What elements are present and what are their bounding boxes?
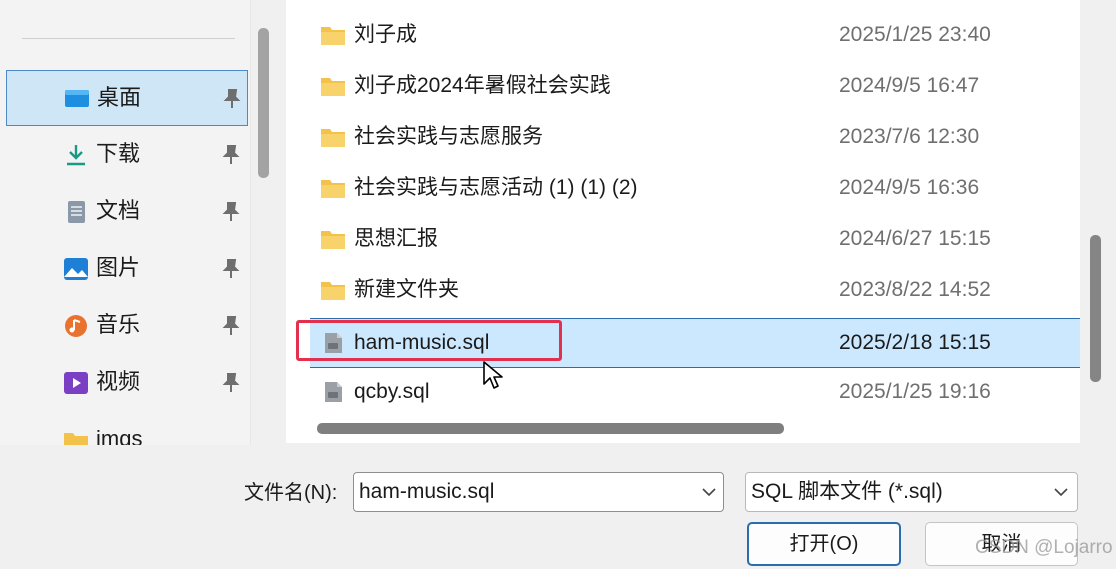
file-row[interactable]: 刘子成 2025/1/25 23:40 [286, 11, 1080, 61]
sidebar-item-music[interactable]: 音乐 [6, 298, 248, 354]
pin-icon[interactable] [223, 88, 241, 110]
download-icon [67, 145, 85, 166]
file-date: 2025/1/25 23:40 [839, 23, 991, 46]
mouse-cursor-icon [483, 361, 503, 389]
sidebar-item-label: 视频 [96, 369, 141, 394]
file-name: 刘子成2024年暑假社会实践 [354, 74, 611, 97]
folder-icon [321, 282, 345, 300]
sidebar-item-label: 下载 [96, 141, 141, 166]
file-date: 2025/1/25 19:16 [839, 380, 991, 403]
open-button[interactable]: 打开(O) [747, 522, 901, 566]
sidebar-divider [22, 38, 235, 39]
sidebar-item-downloads[interactable]: 下载 [6, 127, 248, 183]
sidebar-scrollbar[interactable] [258, 28, 269, 178]
folder-icon [321, 129, 345, 147]
music-icon [65, 315, 87, 337]
file-name: 思想汇报 [354, 227, 438, 250]
filetype-value: SQL 脚本文件 (*.sql) [751, 480, 943, 503]
pin-icon[interactable] [222, 144, 240, 166]
watermark: CSDN @Lojarro [975, 537, 1113, 558]
folder-icon [64, 433, 88, 445]
filename-value: ham-music.sql [359, 480, 495, 503]
pin-icon[interactable] [222, 372, 240, 394]
file-date: 2024/9/5 16:36 [839, 176, 980, 199]
file-row[interactable]: 思想汇报 2024/6/27 15:15 [286, 215, 1080, 265]
file-row[interactable]: 社会实践与志愿活动 (1) (1) (2) 2024/9/5 16:36 [286, 164, 1080, 214]
file-date: 2024/9/5 16:47 [839, 74, 980, 97]
file-list: 刘子成 2025/1/25 23:40 刘子成2024年暑假社会实践 2024/… [286, 0, 1080, 443]
sidebar-item-label: 文档 [96, 198, 141, 223]
file-name: 刘子成 [354, 23, 417, 46]
folder-icon [321, 27, 345, 45]
pictures-icon [64, 258, 88, 280]
file-date: 2025/2/18 15:15 [839, 331, 991, 354]
file-name: ham-music.sql [354, 331, 490, 354]
sidebar-item-pictures[interactable]: 图片 [6, 241, 248, 297]
filetype-select[interactable]: SQL 脚本文件 (*.sql) [745, 472, 1078, 512]
file-date: 2023/7/6 12:30 [839, 125, 980, 148]
sidebar-item-label: imgs [96, 426, 143, 445]
folder-icon [321, 180, 345, 198]
file-name: 社会实践与志愿活动 (1) (1) (2) [354, 176, 638, 199]
file-name: 新建文件夹 [354, 278, 459, 301]
chevron-down-icon [1054, 488, 1068, 497]
sidebar-item-desktop[interactable]: 桌面 [6, 70, 248, 126]
filename-label: 文件名(N): [244, 482, 338, 504]
video-icon [64, 372, 88, 394]
sidebar-item-documents[interactable]: 文档 [6, 184, 248, 240]
file-row-selected[interactable]: ham-music.sql 2025/2/18 15:15 [310, 318, 1080, 368]
file-row[interactable]: qcby.sql 2025/1/25 19:16 [286, 368, 1080, 418]
sql-file-icon [325, 333, 342, 353]
file-date: 2023/8/22 14:52 [839, 278, 991, 301]
document-icon [68, 201, 85, 223]
file-row[interactable]: 社会实践与志愿服务 2023/7/6 12:30 [286, 113, 1080, 163]
sidebar-item-label: 音乐 [96, 312, 141, 337]
sidebar-item-label: 图片 [96, 255, 141, 280]
filename-input[interactable]: ham-music.sql [353, 472, 724, 512]
file-name: 社会实践与志愿服务 [354, 125, 543, 148]
navigation-pane: 桌面 下载 文档 图片 音乐 视频 imgs [0, 0, 251, 445]
file-date: 2024/6/27 15:15 [839, 227, 991, 250]
desktop-icon [65, 90, 89, 107]
file-row[interactable]: 新建文件夹 2023/8/22 14:52 [286, 266, 1080, 316]
dialog-footer: 文件名(N): ham-music.sql SQL 脚本文件 (*.sql) 打… [0, 445, 1116, 569]
sidebar-item-videos[interactable]: 视频 [6, 355, 248, 411]
pin-icon[interactable] [222, 315, 240, 337]
horizontal-scrollbar[interactable] [317, 423, 784, 434]
vertical-scrollbar[interactable] [1090, 235, 1101, 382]
sidebar-item-label: 桌面 [97, 85, 142, 110]
sql-file-icon [325, 382, 342, 402]
file-name: qcby.sql [354, 380, 430, 403]
file-row[interactable]: 刘子成2024年暑假社会实践 2024/9/5 16:47 [286, 62, 1080, 112]
pin-icon[interactable] [222, 258, 240, 280]
chevron-down-icon[interactable] [702, 487, 716, 497]
pin-icon[interactable] [222, 201, 240, 223]
sidebar-item-imgs[interactable]: imgs [6, 412, 248, 445]
folder-icon [321, 78, 345, 96]
folder-icon [321, 231, 345, 249]
